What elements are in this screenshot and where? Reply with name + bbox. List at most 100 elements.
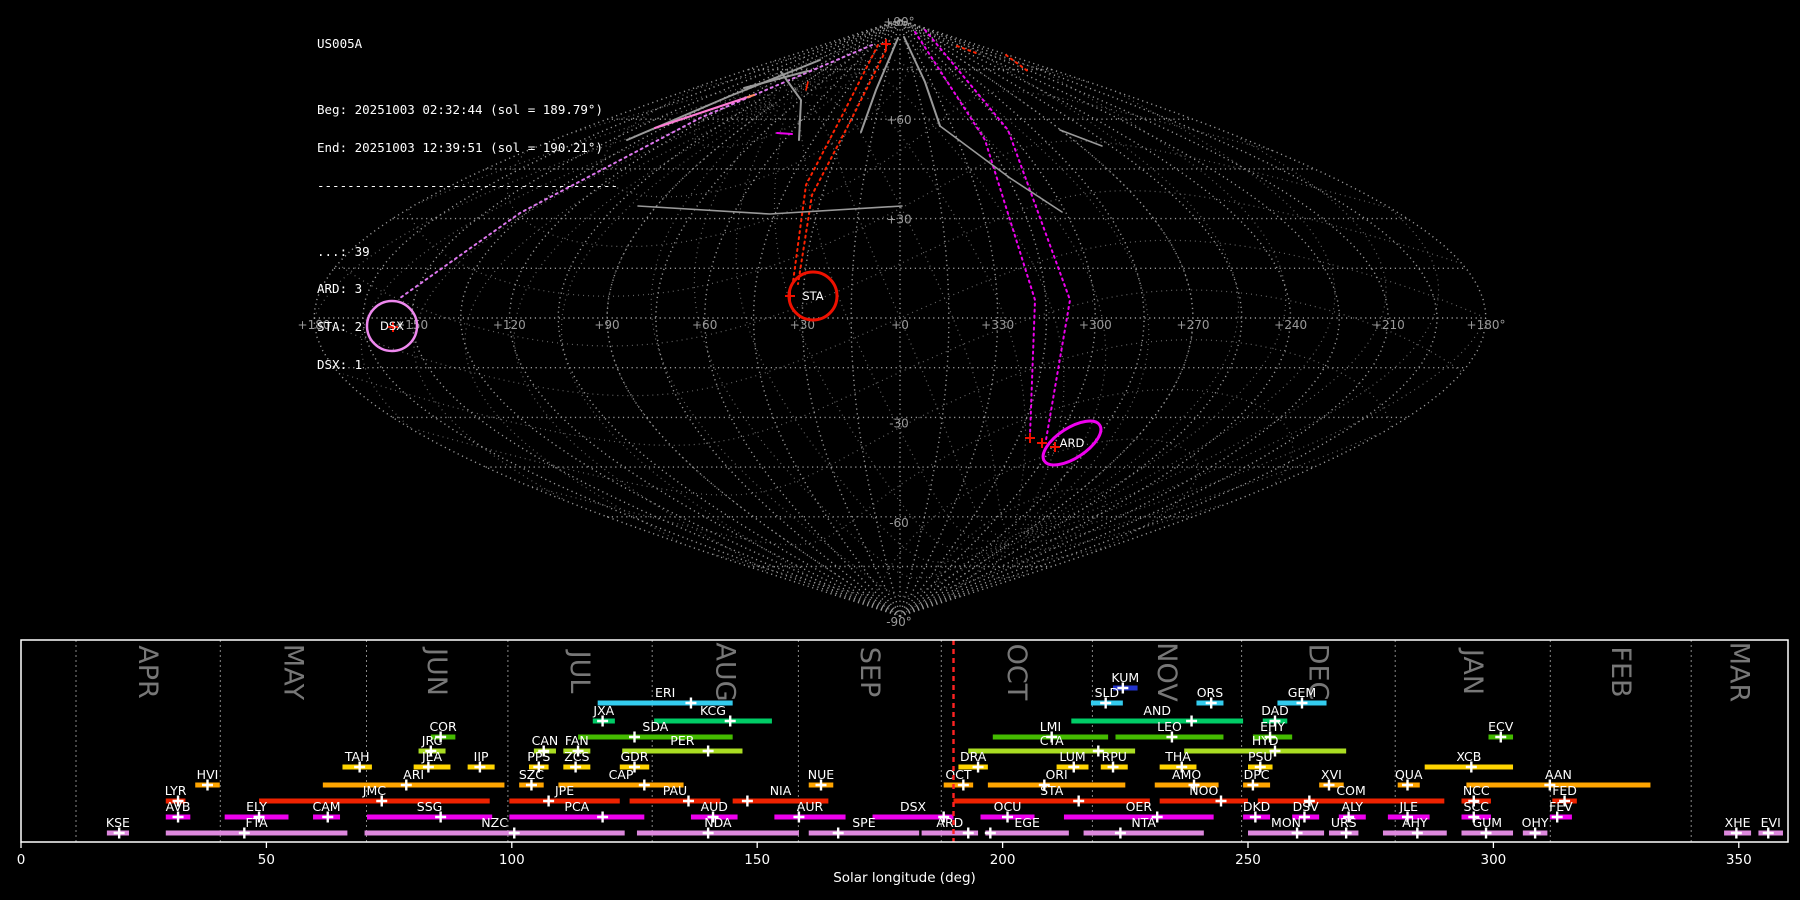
shower-KSE: KSE — [106, 815, 130, 839]
peak-marker — [724, 715, 736, 727]
shower-code: LUM — [1059, 749, 1085, 764]
peak-marker — [962, 827, 974, 839]
shower-code: QUA — [1395, 767, 1423, 782]
shower-code: PER — [670, 733, 694, 748]
shower-code: NCC — [1463, 783, 1490, 798]
shower-code: THA — [1164, 749, 1191, 764]
shower-JXA: JXA — [592, 703, 615, 727]
meteor-trail — [1059, 129, 1103, 147]
peak-marker — [1073, 795, 1085, 807]
activity-timeline: APR MAY JUN JUL AUG SEP OCT NOV DEC JAN FEB MARKUME… — [17, 639, 1789, 886]
radiant-STA: STA — [787, 270, 839, 322]
shower-OCT: OCT — [943, 767, 974, 791]
plus-marker — [1050, 442, 1060, 452]
meteor-track — [914, 31, 1037, 436]
lat-label: -60 — [889, 516, 909, 530]
lon-label: +240 — [1274, 318, 1307, 332]
month-label: AUG — [709, 642, 740, 701]
peak-marker — [1186, 715, 1198, 727]
shower-code: EVI — [1761, 815, 1781, 830]
shower-bar — [509, 814, 645, 820]
shower-code: AHY — [1402, 815, 1428, 830]
shower-RPU: RPU — [1100, 749, 1128, 773]
info-panel: US005A Beg: 20251003 02:32:44 (sol = 189… — [317, 13, 618, 397]
shower-bar — [364, 830, 625, 836]
shower-code: DRA — [960, 749, 987, 764]
peak-marker — [629, 731, 640, 743]
month-label: JAN — [1457, 647, 1488, 695]
shower-code: DSX — [900, 799, 927, 814]
meteor-track — [792, 44, 879, 283]
month-label: SEP — [854, 647, 885, 697]
meteor-track — [797, 49, 887, 285]
shower-ZCS: ZCS — [563, 749, 591, 773]
meteor-radiant-app: +90° +60 +30 -30 -60 -90° +180 +150 +120 +90 +60 +3… — [0, 0, 1800, 900]
shower-code: CAM — [312, 799, 340, 814]
shower-bar — [985, 830, 1069, 836]
lat-label: -90° — [886, 615, 912, 629]
shower-code: LMI — [1040, 719, 1061, 734]
shower-code: PCA — [564, 799, 589, 814]
shower-bar — [774, 814, 846, 820]
lon-label: +60 — [692, 318, 717, 332]
shower-code: ERI — [655, 685, 675, 700]
axis-tick-label: 150 — [744, 852, 770, 868]
lat-label: +90° — [883, 15, 914, 29]
meteor-trail — [805, 81, 809, 91]
shower-code: XHE — [1725, 815, 1751, 830]
axis-tick-label: 250 — [1235, 852, 1261, 868]
shower-code: JPE — [554, 783, 574, 798]
lon-label: +180° — [1467, 318, 1506, 332]
count-sporadic: ...: 39 — [317, 243, 370, 259]
shower-code: NIA — [770, 783, 792, 798]
shower-code: NTA — [1131, 815, 1156, 830]
peak-marker — [1114, 827, 1126, 839]
meteor-trail — [637, 205, 903, 215]
month-label: FEB — [1605, 646, 1636, 697]
month-label: MAY — [277, 644, 308, 701]
lat-label: -30 — [889, 416, 909, 430]
shower-code: SSG — [417, 799, 443, 814]
shower-code: FAN — [565, 733, 589, 748]
shower-code: GUM — [1472, 815, 1502, 830]
peak-marker — [638, 779, 650, 791]
axis-tick-label: 350 — [1726, 852, 1752, 868]
shower-NUE: NUE — [808, 767, 834, 791]
shower-code: COM — [1336, 783, 1365, 798]
peak-marker — [984, 827, 996, 839]
shower-code: PAU — [663, 783, 687, 798]
shower-code: URS — [1331, 815, 1357, 830]
shower-code: ARD — [936, 815, 963, 830]
shower-code: NOO — [1189, 783, 1218, 798]
shower-code: CAP — [609, 767, 634, 782]
shower-code: ELY — [246, 799, 267, 814]
shower-code: JEA — [421, 749, 443, 764]
count-dsx: DSX: 1 — [317, 357, 363, 373]
x-axis: 0 50 100 150 200 250 300 350 Solar longitude (de… — [17, 842, 1752, 886]
shower-code: SCC — [1464, 799, 1490, 814]
peak-marker — [543, 795, 555, 807]
lat-label: +30 — [886, 213, 911, 227]
shower-bar — [654, 718, 772, 724]
x-axis-title: Solar longitude (deg) — [833, 870, 976, 886]
meteor-trail — [746, 93, 756, 99]
meteor-trails — [626, 36, 1103, 215]
peak-marker — [508, 827, 520, 839]
shower-code: FEV — [1549, 799, 1573, 814]
month-label: OCT — [1001, 644, 1032, 701]
shower-code: NZC — [481, 815, 508, 830]
shower-URS: URS — [1328, 815, 1359, 839]
axis-tick-label: 50 — [258, 852, 275, 868]
shower-bar — [165, 830, 348, 836]
count-ard: ARD: 3 — [317, 281, 363, 297]
shower-code: AND — [1143, 703, 1171, 718]
shower-code: XCB — [1456, 749, 1481, 764]
shower-bars: KUMERI SLD ORS GEMJXA KCG AND DADCOR SDA LMI LEO E… — [106, 670, 1783, 839]
lon-label: +210 — [1372, 318, 1405, 332]
peak-marker — [741, 795, 753, 807]
begin-time: Beg: 20251003 02:32:44 (sol = 189.79°) — [317, 102, 603, 118]
shower-code: SDA — [642, 719, 668, 734]
shower-ORS: ORS — [1196, 685, 1224, 709]
shower-EVI: EVI — [1758, 815, 1783, 839]
shower-code: COR — [429, 719, 457, 734]
